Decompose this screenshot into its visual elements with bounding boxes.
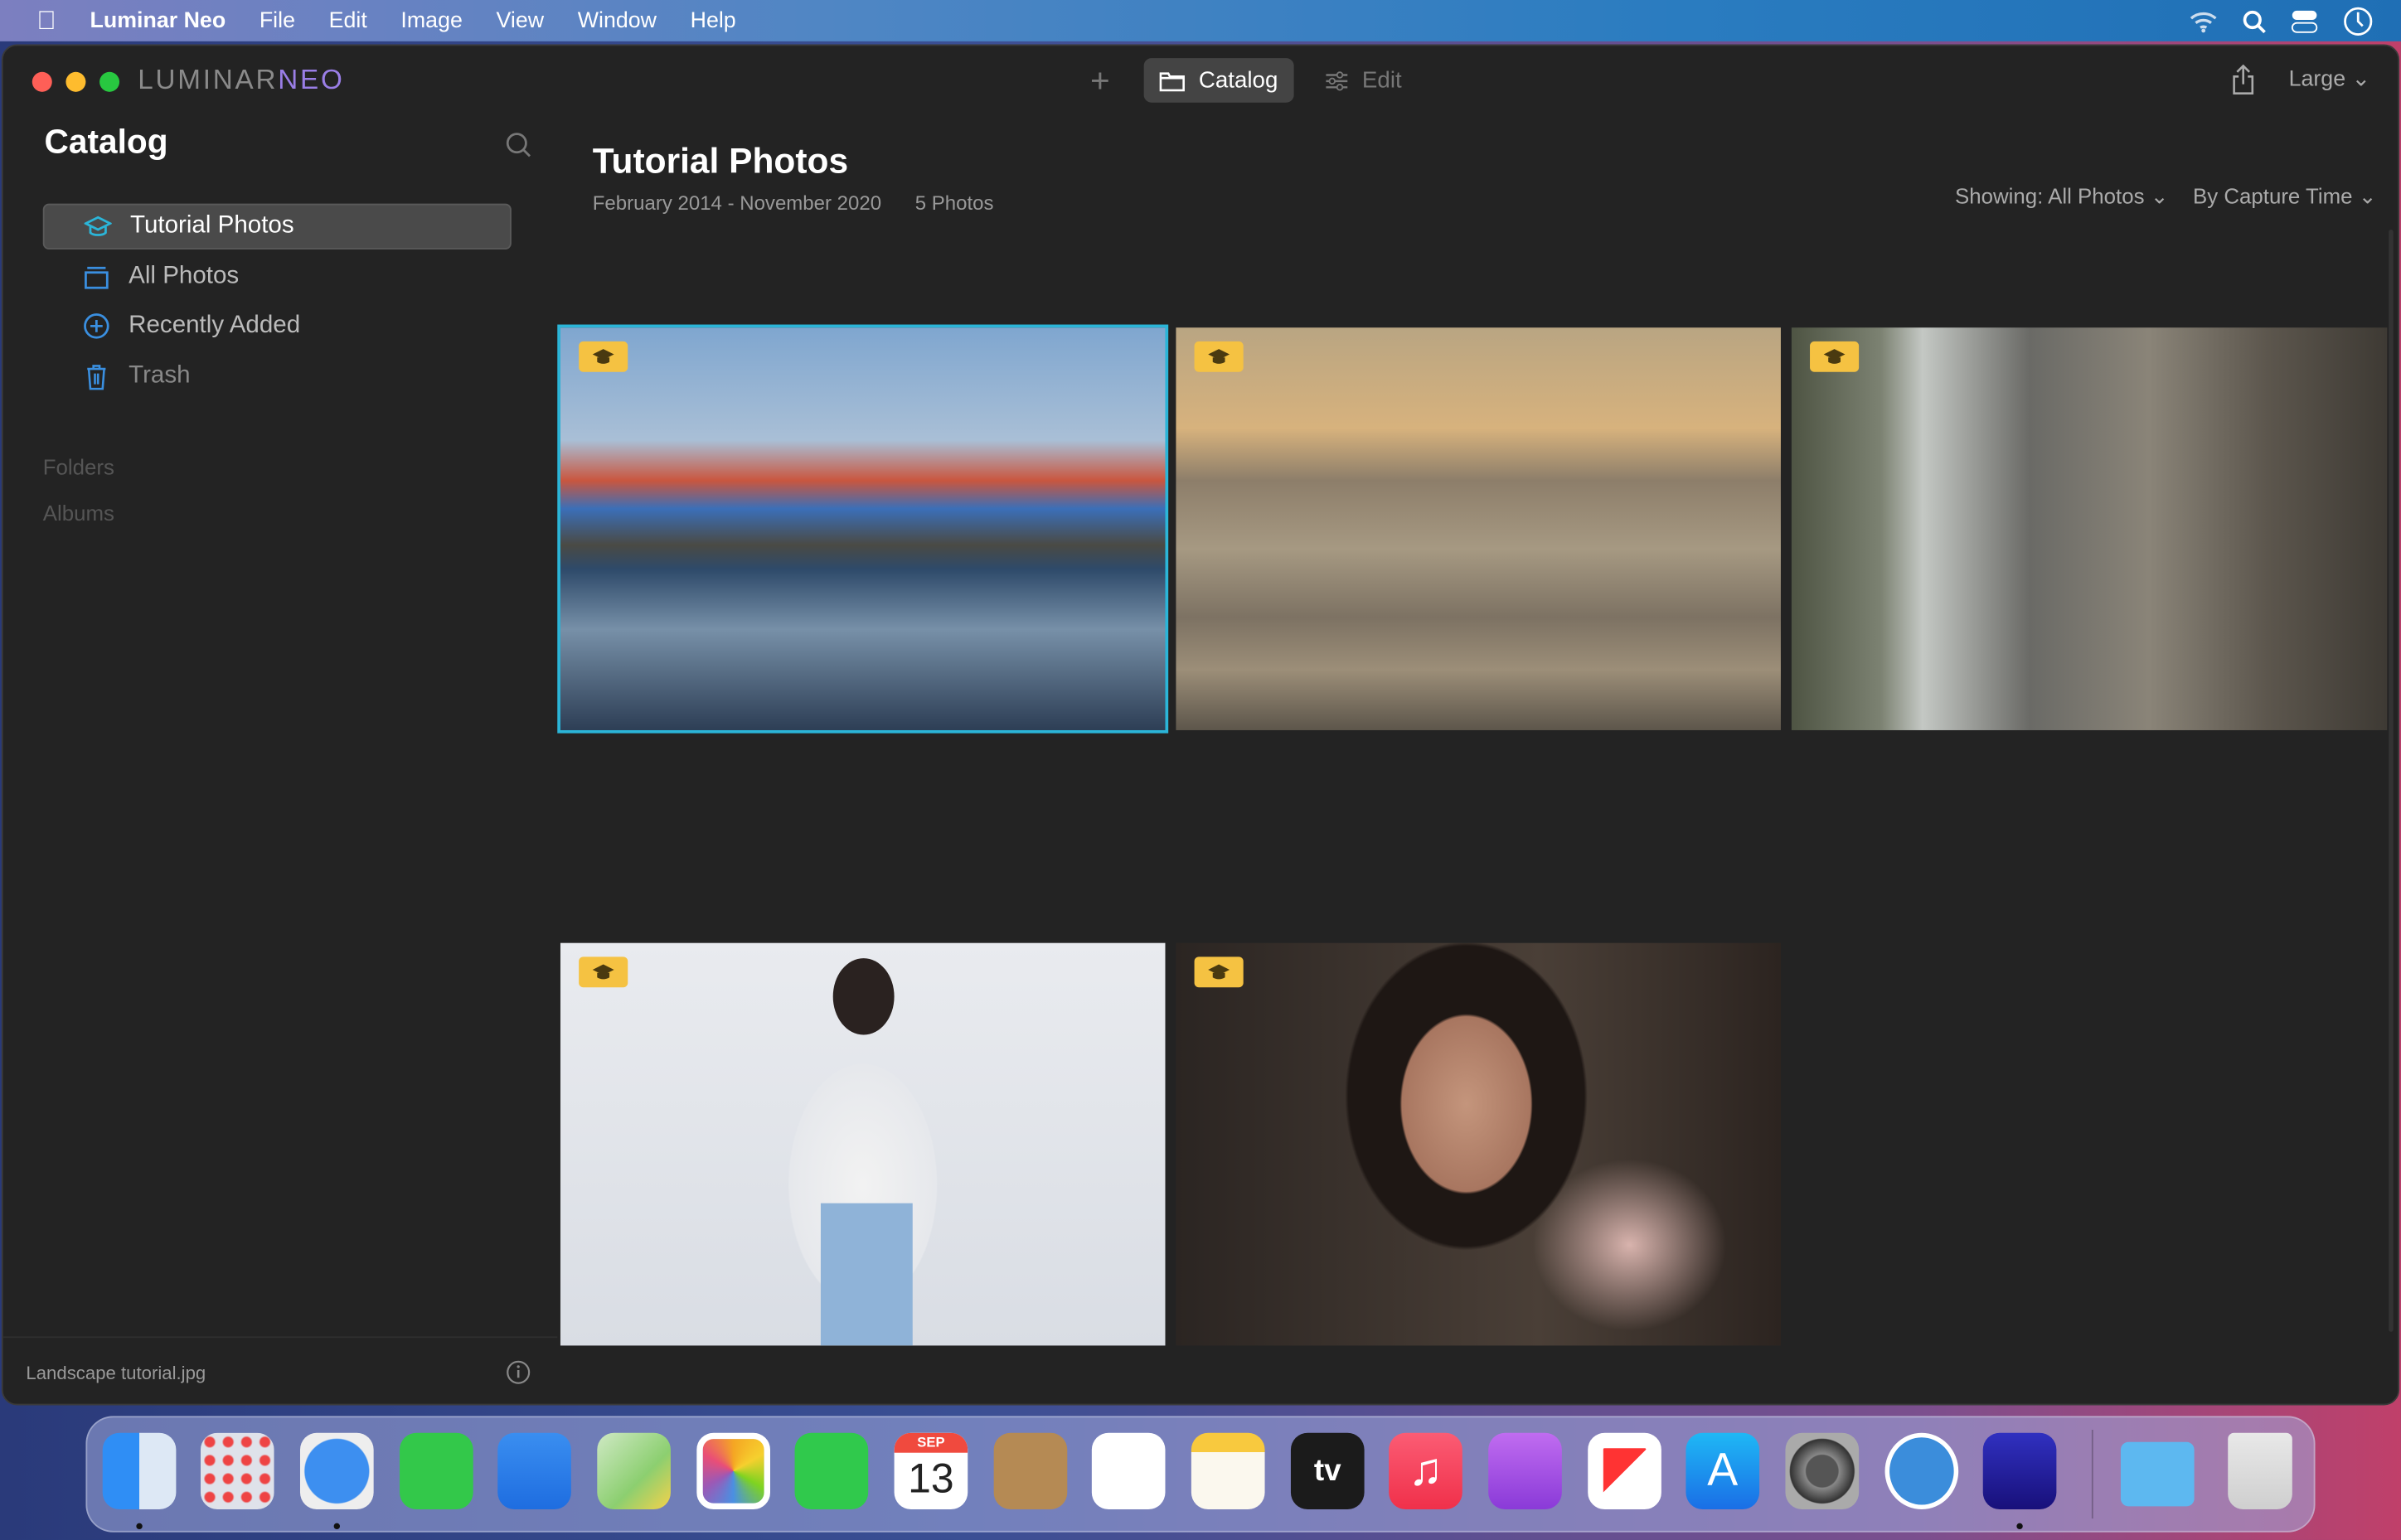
running-indicator (136, 1523, 143, 1530)
calendar-icon[interactable]: SEP 13 (894, 1432, 968, 1510)
menu-edit[interactable]: Edit (329, 8, 367, 33)
apple-icon[interactable]:  (36, 5, 56, 36)
hair (832, 958, 895, 1035)
sidebar-section-folders[interactable]: Folders (43, 455, 114, 480)
jeans (820, 1203, 913, 1346)
sidebar-section-albums[interactable]: Albums (43, 501, 114, 525)
share-icon[interactable] (2230, 64, 2255, 95)
graduation-cap-icon (1208, 964, 1230, 980)
music-icon[interactable]: ♫ (1389, 1432, 1462, 1510)
spotlight-search-icon[interactable] (2242, 9, 2267, 34)
running-indicator (2016, 1523, 2023, 1530)
tutorial-badge (579, 956, 628, 988)
running-indicator (333, 1523, 341, 1530)
contacts-icon[interactable] (993, 1432, 1068, 1510)
calendar-day: 13 (908, 1455, 954, 1502)
catalog-tab[interactable]: Catalog (1143, 58, 1293, 103)
messages-icon[interactable] (400, 1432, 473, 1510)
info-icon[interactable] (505, 1359, 531, 1385)
app-window: LUMINARNEO + Catalog Edit Large ⌄ Catalo… (1, 44, 2400, 1406)
luminar-ai-icon[interactable] (1884, 1432, 1959, 1510)
photo-stack-icon (85, 266, 109, 289)
facetime-icon[interactable] (794, 1432, 869, 1510)
sidebar-item-label: Trash (129, 362, 191, 390)
system-preferences-icon[interactable] (1785, 1432, 1860, 1510)
trash-icon[interactable] (2228, 1432, 2292, 1510)
podcasts-icon[interactable] (1488, 1432, 1562, 1510)
menu-image[interactable]: Image (400, 8, 462, 33)
sliders-icon (1325, 70, 1347, 90)
wifi-icon[interactable] (2190, 9, 2217, 34)
luminar-neo-logo: LUMINARNEO (138, 64, 345, 95)
tutorial-badge (1194, 956, 1244, 988)
add-photos-button[interactable]: + (1090, 61, 1110, 100)
sidebar-item-recently-added[interactable]: Recently Added (43, 303, 512, 349)
maps-icon[interactable] (597, 1432, 671, 1510)
sidebar-item-label: Recently Added (129, 312, 301, 339)
photo-thumbnail[interactable] (1176, 942, 1781, 1346)
folder-icon (1159, 71, 1185, 91)
sidebar-title: Catalog (44, 122, 168, 161)
graduation-cap-icon (592, 964, 614, 980)
control-center-icon[interactable] (2291, 9, 2318, 34)
downloads-folder-icon[interactable] (2120, 1441, 2195, 1507)
menu-window[interactable]: Window (578, 8, 657, 33)
tutorial-badge (579, 341, 628, 372)
sidebar-item-label: Tutorial Photos (129, 212, 294, 240)
tv-label: tv (1313, 1453, 1341, 1488)
photo-thumbnail[interactable] (560, 942, 1166, 1346)
sidebar-item-trash[interactable]: Trash (43, 354, 512, 400)
calendar-month: SEP (894, 1432, 968, 1453)
photos-icon[interactable] (696, 1432, 770, 1510)
app-store-icon[interactable]: A (1686, 1432, 1760, 1510)
tutorial-badge (1194, 341, 1244, 372)
apple-tv-icon[interactable]: tv (1290, 1432, 1365, 1510)
sidebar-item-tutorial-photos[interactable]: Tutorial Photos (42, 203, 512, 250)
sidebar-item-label: All Photos (129, 263, 240, 290)
trash-icon (87, 365, 106, 390)
plus-circle-icon (84, 313, 109, 339)
reminders-icon[interactable] (1091, 1432, 1166, 1510)
thumbnail-size-dropdown[interactable]: Large ⌄ (2289, 67, 2370, 92)
safari-icon[interactable] (299, 1432, 374, 1510)
photo-thumbnail[interactable] (557, 324, 1169, 734)
menu-file[interactable]: File (260, 8, 295, 33)
sort-dropdown[interactable]: By Capture Time ⌄ (2193, 184, 2376, 210)
album-meta: February 2014 - November 2020 5 Photos (592, 191, 994, 215)
zoom-button[interactable] (99, 71, 120, 92)
mail-icon[interactable] (497, 1432, 571, 1510)
dock-divider (2091, 1430, 2093, 1519)
menu-help[interactable]: Help (691, 8, 736, 33)
page-title: Tutorial Photos (592, 140, 849, 181)
clock-icon[interactable] (2343, 6, 2374, 36)
scrollbar[interactable] (2389, 230, 2394, 1332)
menu-view[interactable]: View (497, 8, 545, 33)
catalog-tab-label: Catalog (1198, 67, 1278, 94)
tutorial-badge (1810, 341, 1860, 372)
graduation-cap-icon (1208, 349, 1230, 364)
news-icon[interactable] (1588, 1432, 1661, 1510)
selected-file-name: Landscape tutorial.jpg (26, 1362, 206, 1384)
luminar-neo-icon[interactable] (1982, 1432, 2057, 1510)
showing-filter-dropdown[interactable]: Showing: All Photos ⌄ (1955, 184, 2168, 210)
photo-thumbnail[interactable] (1791, 327, 2388, 730)
graduation-cap-icon (592, 349, 614, 364)
minimize-button[interactable] (65, 71, 86, 92)
dock: SEP 13 tv ♫ A (85, 1416, 2316, 1533)
launchpad-icon[interactable] (200, 1432, 274, 1510)
divider (2, 1336, 558, 1339)
close-button[interactable] (32, 71, 52, 92)
edit-tab[interactable]: Edit (1308, 58, 1417, 103)
photo-thumbnail[interactable] (1176, 327, 1781, 730)
finder-icon[interactable] (102, 1432, 177, 1510)
graduation-cap-icon (1823, 349, 1846, 364)
sidebar-item-all-photos[interactable]: All Photos (43, 254, 512, 300)
edit-tab-label: Edit (1361, 67, 1402, 94)
menu-app[interactable]: Luminar Neo (90, 8, 226, 33)
menu-bar:  Luminar Neo File Edit Image View Windo… (0, 0, 2401, 41)
graduation-cap-icon (84, 216, 112, 236)
notes-icon[interactable] (1191, 1432, 1265, 1510)
search-icon[interactable] (505, 132, 531, 157)
